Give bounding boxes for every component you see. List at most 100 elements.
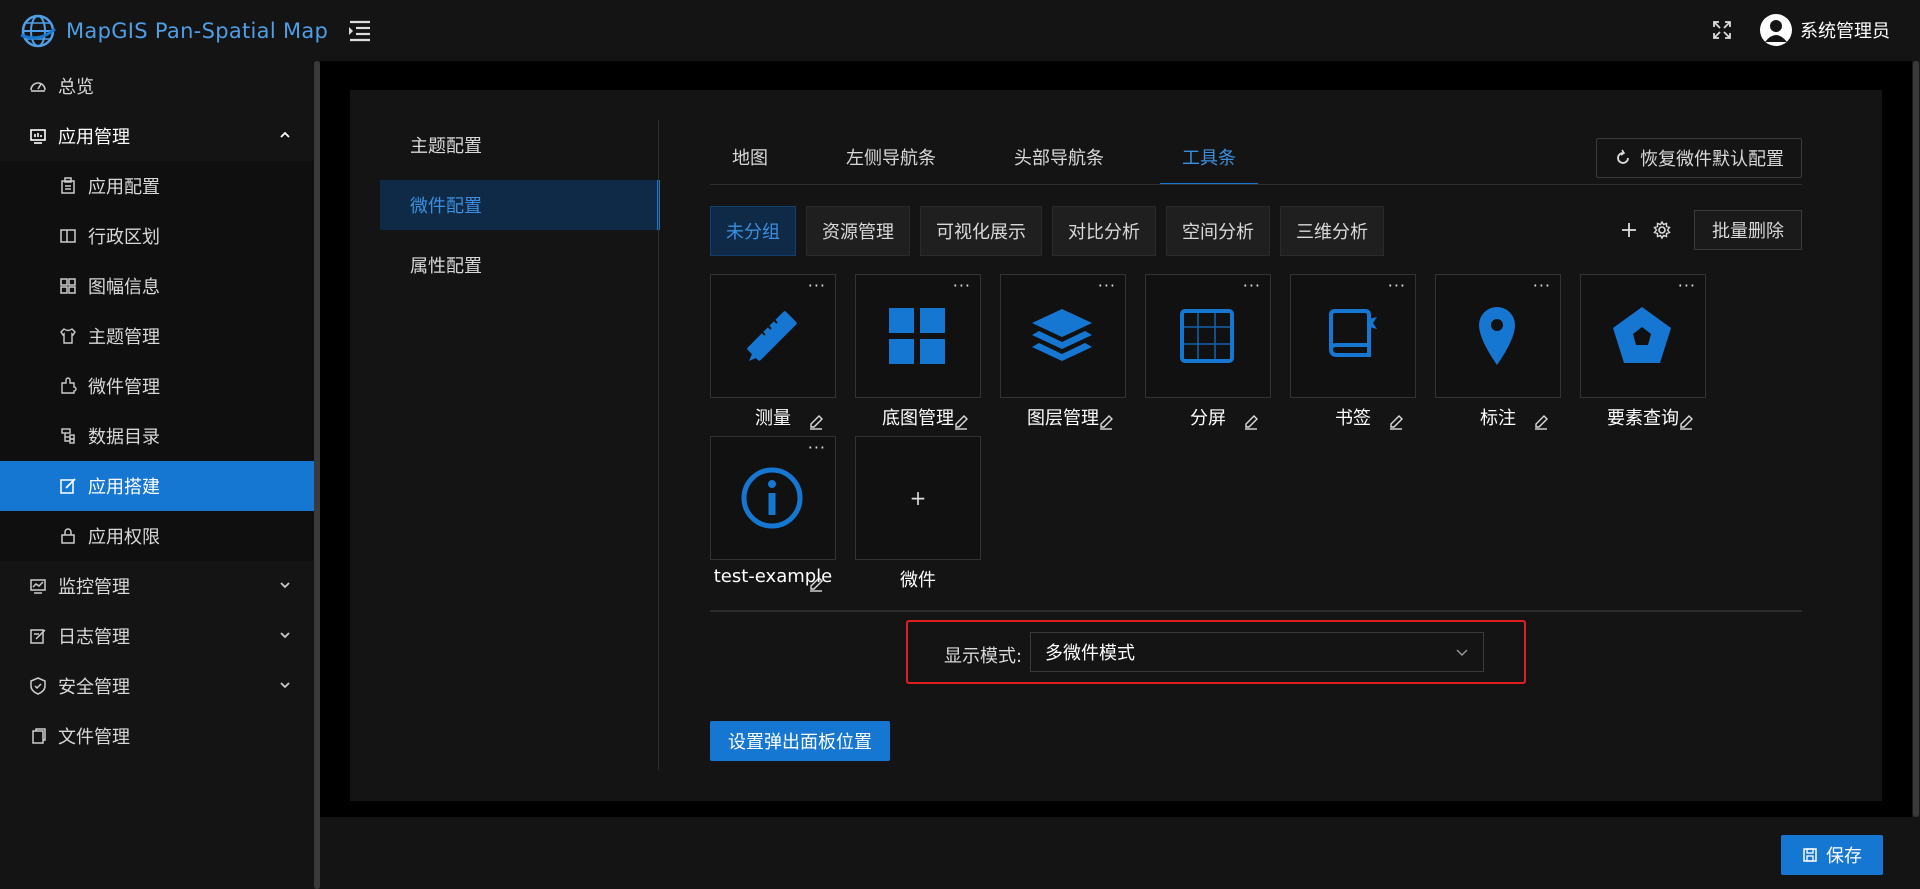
widget-card-measure[interactable]: ··· 测量: [710, 274, 836, 438]
sidebar-item-app-build[interactable]: 应用搭建: [0, 461, 314, 511]
restore-default-button[interactable]: 恢复微件默认配置: [1596, 138, 1802, 178]
more-icon[interactable]: ···: [1678, 276, 1696, 295]
group-3d[interactable]: 三维分析: [1280, 206, 1384, 256]
add-widget-card[interactable]: + 微件: [855, 436, 981, 600]
measure-icon: [747, 311, 797, 361]
more-icon[interactable]: ···: [1533, 276, 1551, 295]
more-icon[interactable]: ···: [808, 276, 826, 295]
info-icon: [741, 467, 803, 529]
region-icon: [60, 229, 76, 243]
widget-card-basemap[interactable]: ··· 底图管理: [855, 274, 981, 438]
more-icon[interactable]: ···: [1388, 276, 1406, 295]
widget-label: test-example: [713, 566, 833, 587]
tab-theme-config[interactable]: 主题配置: [380, 120, 660, 170]
save-button[interactable]: 保存: [1781, 835, 1883, 875]
display-mode-select[interactable]: 多微件模式: [1030, 632, 1484, 672]
widget-label: 分屏: [1190, 408, 1226, 429]
build-icon: [60, 478, 76, 494]
tab-widget-config[interactable]: 微件配置: [380, 180, 660, 230]
widget-card-feature-query[interactable]: ··· 要素查询: [1580, 274, 1706, 438]
tab-property-config[interactable]: 属性配置: [380, 240, 660, 290]
fullscreen-icon[interactable]: [1711, 19, 1733, 41]
group-ungrouped[interactable]: 未分组: [710, 206, 796, 256]
sidebar-item-label: 图幅信息: [88, 277, 160, 298]
group-tabs: 未分组 资源管理 可视化展示 对比分析 空间分析 三维分析: [710, 206, 1384, 256]
sidebar-item-region[interactable]: 行政区划: [0, 211, 314, 261]
widget-card-layers[interactable]: ··· 图层管理: [1000, 274, 1126, 438]
sidebar-item-label: 总览: [58, 77, 94, 98]
sidebar-item-monitor[interactable]: 监控管理: [0, 561, 314, 611]
config-tabs: 主题配置 微件配置 属性配置: [380, 120, 660, 300]
widget-label: 底图管理: [882, 408, 954, 429]
sidebar-item-label: 应用配置: [88, 177, 160, 198]
theme-icon: [60, 328, 76, 344]
more-icon[interactable]: ···: [808, 438, 826, 457]
sidebar-item-log[interactable]: 日志管理: [0, 611, 314, 661]
file-icon: [32, 728, 46, 744]
globe-icon: [20, 14, 56, 48]
tab-header-nav[interactable]: 头部导航条: [992, 135, 1126, 185]
top-header: MapGIS Pan-Spatial Map 系统管理员: [0, 0, 1920, 61]
plus-icon[interactable]: +: [855, 436, 981, 560]
menu-fold-icon[interactable]: [346, 18, 374, 44]
sidebar-item-app-config[interactable]: 应用配置: [0, 161, 314, 211]
more-icon[interactable]: ···: [953, 276, 971, 295]
tab-left-nav[interactable]: 左侧导航条: [824, 135, 958, 185]
group-comparison[interactable]: 对比分析: [1052, 206, 1156, 256]
display-mode-label: 显示模式:: [944, 646, 1023, 667]
sidebar-item-widget[interactable]: 微件管理: [0, 361, 314, 411]
group-spatial[interactable]: 空间分析: [1166, 206, 1270, 256]
sidebar-item-label: 主题管理: [88, 327, 160, 348]
sidebar-item-app-manage[interactable]: 应用管理: [0, 111, 314, 161]
avatar-icon: [1760, 14, 1792, 46]
layers-icon: [1032, 309, 1092, 361]
sidebar-item-app-permission[interactable]: 应用权限: [0, 511, 314, 561]
widget-card-marker[interactable]: ··· 标注: [1435, 274, 1561, 438]
sidebar-scrollbar[interactable]: [314, 61, 320, 889]
widget-label: 要素查询: [1607, 408, 1679, 429]
add-group-icon[interactable]: [1619, 220, 1639, 240]
sidebar-item-label: 应用搭建: [88, 477, 160, 498]
widget-icon: [61, 377, 77, 394]
widget-card-bookmark[interactable]: ··· 书签: [1290, 274, 1416, 438]
app-logo[interactable]: MapGIS Pan-Spatial Map: [20, 13, 328, 49]
sidebar-item-file[interactable]: 文件管理: [0, 711, 314, 761]
sidebar-item-sheet-info[interactable]: 图幅信息: [0, 261, 314, 311]
main-scrollbar[interactable]: [1912, 61, 1920, 817]
group-visualization[interactable]: 可视化展示: [920, 206, 1042, 256]
widget-label: 书签: [1335, 408, 1371, 429]
sidebar-item-label: 文件管理: [58, 727, 130, 748]
app-title: MapGIS Pan-Spatial Map: [66, 19, 329, 43]
sidebar-item-theme[interactable]: 主题管理: [0, 311, 314, 361]
tab-map[interactable]: 地图: [710, 135, 790, 185]
gear-icon[interactable]: [1652, 220, 1672, 240]
sidebar-item-security[interactable]: 安全管理: [0, 661, 314, 711]
scrollbar-thumb[interactable]: [1913, 61, 1919, 817]
widget-card-split-screen[interactable]: ··· 分屏: [1145, 274, 1271, 438]
more-icon[interactable]: ···: [1243, 276, 1261, 295]
sidebar-item-catalog[interactable]: 数据目录: [0, 411, 314, 461]
group-resource[interactable]: 资源管理: [806, 206, 910, 256]
batch-delete-button[interactable]: 批量删除: [1694, 210, 1802, 250]
user-name: 系统管理员: [1800, 21, 1890, 42]
tab-toolbar[interactable]: 工具条: [1160, 135, 1258, 185]
feature-query-icon: [1613, 307, 1671, 363]
sidebar-item-overview[interactable]: 总览: [0, 61, 314, 111]
more-icon[interactable]: ···: [1098, 276, 1116, 295]
user-menu[interactable]: 系统管理员: [1760, 14, 1890, 46]
sidebar-item-label: 应用管理: [58, 127, 130, 148]
sidebar-item-label: 行政区划: [88, 227, 160, 248]
catalog-icon: [61, 428, 75, 444]
divider: [658, 120, 659, 770]
scrollbar-thumb[interactable]: [314, 61, 320, 889]
sidebar: 总览 应用管理 应用配置 行政区划 图幅信息 主题管理 微件管理 数据目录 应用…: [0, 61, 314, 889]
sidebar-item-label: 监控管理: [58, 577, 130, 598]
shield-icon: [30, 677, 46, 695]
app-manage-icon: [30, 129, 46, 144]
widget-card-test-example[interactable]: ··· test-example: [710, 436, 836, 600]
footer-bar: 保存: [320, 817, 1920, 889]
log-icon: [30, 629, 46, 644]
monitor-icon: [30, 579, 46, 594]
set-popup-position-button[interactable]: 设置弹出面板位置: [710, 721, 890, 761]
display-mode-highlight: 显示模式: 多微件模式: [906, 620, 1526, 684]
